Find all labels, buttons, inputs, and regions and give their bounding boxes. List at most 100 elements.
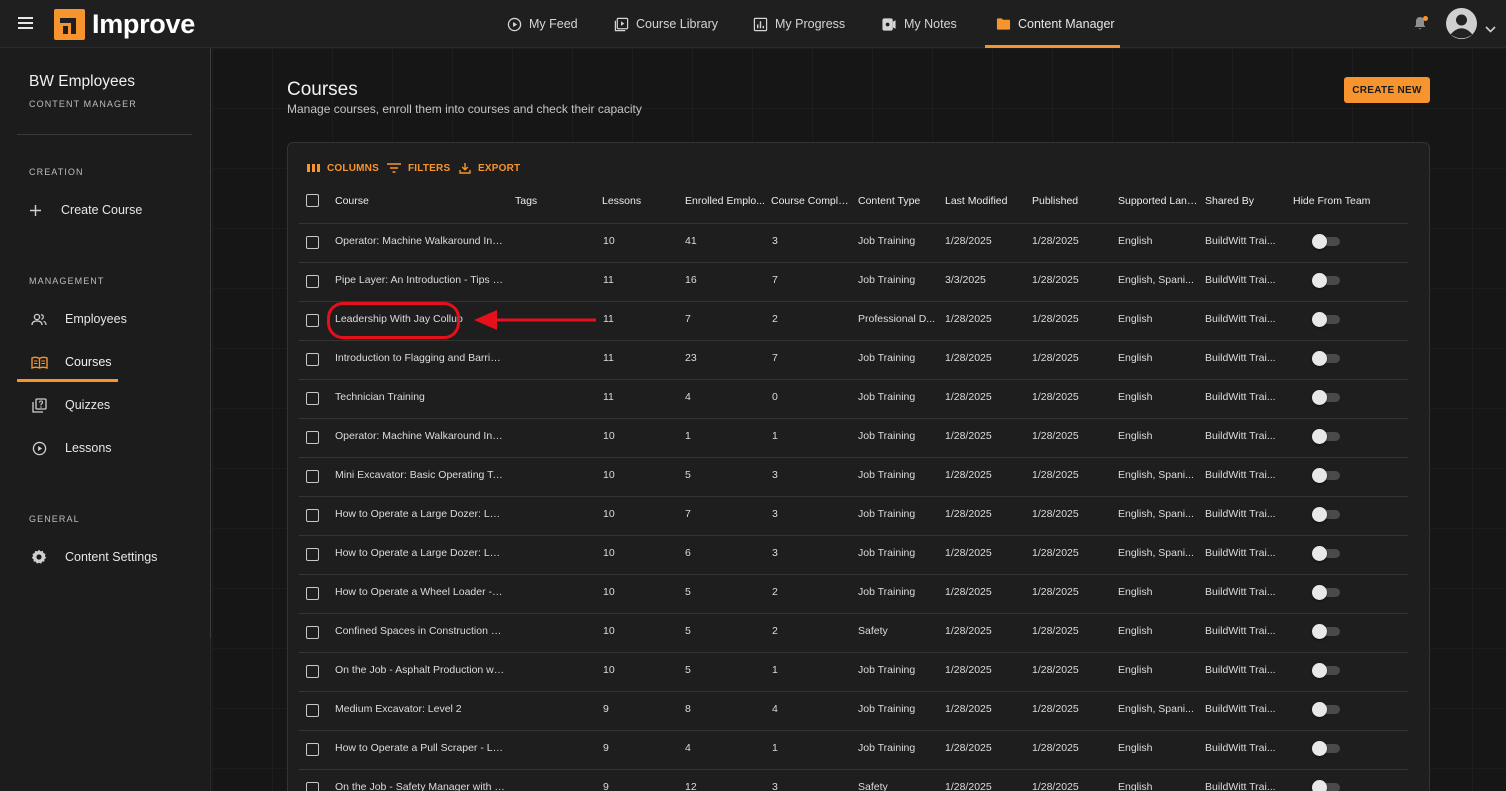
- sidebar-item-create-course[interactable]: Create Course: [17, 193, 192, 227]
- row-checkbox[interactable]: [306, 470, 319, 483]
- row-checkbox[interactable]: [306, 392, 319, 405]
- row-checkbox[interactable]: [306, 743, 319, 756]
- hide-from-team-toggle[interactable]: [1312, 468, 1340, 483]
- hide-from-team-toggle[interactable]: [1312, 663, 1340, 678]
- cell-last-modified: 1/28/2025: [945, 430, 992, 442]
- hide-from-team-toggle[interactable]: [1312, 585, 1340, 600]
- row-checkbox[interactable]: [306, 509, 319, 522]
- hide-from-team-toggle[interactable]: [1312, 741, 1340, 756]
- cell-lessons: 9: [603, 781, 609, 791]
- cell-course[interactable]: Confined Spaces in Construction Le...: [335, 625, 505, 637]
- row-divider: [299, 613, 1408, 614]
- create-new-button[interactable]: CREATE NEW: [1344, 77, 1430, 103]
- row-checkbox[interactable]: [306, 665, 319, 678]
- cell-enrolled: 6: [685, 547, 691, 559]
- hide-from-team-toggle[interactable]: [1312, 273, 1340, 288]
- cell-content-type: Safety: [858, 625, 888, 637]
- hide-from-team-toggle[interactable]: [1312, 702, 1340, 717]
- column-header-tags[interactable]: Tags: [515, 195, 537, 207]
- cell-course[interactable]: On the Job - Safety Manager with S...: [335, 781, 505, 791]
- row-divider: [299, 496, 1408, 497]
- cell-course[interactable]: How to Operate a Wheel Loader - L...: [335, 586, 505, 598]
- column-header-completed[interactable]: Course Complet...: [771, 195, 853, 207]
- cell-content-type: Job Training: [858, 352, 916, 364]
- row-checkbox[interactable]: [306, 704, 319, 717]
- row-checkbox[interactable]: [306, 587, 319, 600]
- cell-course[interactable]: How to Operate a Large Dozer: Lev...: [335, 508, 505, 520]
- column-header-shared-by[interactable]: Shared By: [1205, 195, 1254, 207]
- row-checkbox[interactable]: [306, 782, 319, 791]
- nav-course-library[interactable]: Course Library: [614, 0, 718, 48]
- hide-from-team-toggle[interactable]: [1312, 390, 1340, 405]
- row-checkbox[interactable]: [306, 314, 319, 327]
- cell-course[interactable]: How to Operate a Pull Scraper - Lev...: [335, 742, 505, 754]
- hide-from-team-toggle[interactable]: [1312, 429, 1340, 444]
- sidebar-item-content-settings[interactable]: Content Settings: [17, 540, 192, 574]
- select-all-checkbox[interactable]: [306, 194, 319, 207]
- cell-course[interactable]: Technician Training: [335, 391, 425, 403]
- nav-my-progress[interactable]: My Progress: [753, 0, 845, 48]
- column-header-enrolled[interactable]: Enrolled Emplo...: [685, 195, 765, 207]
- cell-published: 1/28/2025: [1032, 703, 1079, 715]
- cell-course[interactable]: Introduction to Flagging and Barrica...: [335, 352, 505, 364]
- hide-from-team-toggle[interactable]: [1312, 312, 1340, 327]
- cell-shared-by: BuildWitt Trai...: [1205, 703, 1276, 715]
- cell-course[interactable]: On the Job - Asphalt Production wit...: [335, 664, 505, 676]
- cell-published: 1/28/2025: [1032, 352, 1079, 364]
- row-checkbox[interactable]: [306, 236, 319, 249]
- page-subtitle: Manage courses, enroll them into courses…: [287, 102, 642, 116]
- export-button[interactable]: EXPORT: [459, 161, 520, 175]
- cell-course[interactable]: Pipe Layer: An Introduction - Tips a...: [335, 274, 505, 286]
- nav-my-notes[interactable]: My Notes: [881, 0, 957, 48]
- row-checkbox[interactable]: [306, 275, 319, 288]
- cell-course[interactable]: Leadership With Jay Collup: [335, 313, 463, 325]
- cell-course[interactable]: Operator: Machine Walkaround Ins...: [335, 430, 505, 442]
- notification-bell-icon[interactable]: [1413, 15, 1429, 32]
- hamburger-menu-icon[interactable]: [17, 14, 37, 34]
- column-header-published[interactable]: Published: [1032, 195, 1078, 207]
- sidebar-item-lessons[interactable]: Lessons: [17, 431, 192, 465]
- open-book-icon: [27, 356, 51, 369]
- chevron-down-icon[interactable]: [1485, 20, 1496, 38]
- user-avatar-icon[interactable]: [1446, 8, 1477, 39]
- hide-from-team-toggle[interactable]: [1312, 507, 1340, 522]
- cell-course[interactable]: Operator: Machine Walkaround Ins...: [335, 235, 505, 247]
- row-checkbox[interactable]: [306, 353, 319, 366]
- hide-from-team-toggle[interactable]: [1312, 546, 1340, 561]
- cell-languages: English: [1118, 742, 1153, 754]
- nav-my-feed[interactable]: My Feed: [507, 0, 578, 48]
- column-header-languages[interactable]: Supported Lang...: [1118, 195, 1200, 207]
- row-checkbox[interactable]: [306, 626, 319, 639]
- column-header-hide-from-team[interactable]: Hide From Team: [1293, 195, 1370, 207]
- sidebar-item-label: Create Course: [61, 203, 143, 217]
- cell-course[interactable]: How to Operate a Large Dozer: Lev...: [335, 547, 505, 559]
- cell-languages: English, Spani...: [1118, 274, 1194, 286]
- cell-last-modified: 1/28/2025: [945, 469, 992, 481]
- sidebar-item-courses[interactable]: Courses: [17, 345, 192, 382]
- section-label-management: MANAGEMENT: [29, 276, 105, 286]
- hide-from-team-toggle[interactable]: [1312, 351, 1340, 366]
- sidebar-item-quizzes[interactable]: Quizzes: [17, 388, 192, 422]
- column-header-last-modified[interactable]: Last Modified: [945, 195, 1007, 207]
- hide-from-team-toggle[interactable]: [1312, 624, 1340, 639]
- column-header-lessons[interactable]: Lessons: [602, 195, 641, 207]
- hide-from-team-toggle[interactable]: [1312, 234, 1340, 249]
- hide-from-team-toggle[interactable]: [1312, 780, 1340, 791]
- row-divider: [299, 340, 1408, 341]
- row-checkbox[interactable]: [306, 431, 319, 444]
- sidebar-item-employees[interactable]: Employees: [17, 302, 192, 336]
- cell-course[interactable]: Medium Excavator: Level 2: [335, 703, 462, 715]
- column-header-course[interactable]: Course: [335, 195, 369, 207]
- columns-button[interactable]: COLUMNS: [307, 161, 379, 175]
- section-label-general: GENERAL: [29, 514, 80, 524]
- nav-content-manager[interactable]: Content Manager: [985, 0, 1120, 48]
- column-header-content-type[interactable]: Content Type: [858, 195, 920, 207]
- toggle-knob: [1312, 351, 1327, 366]
- cell-course[interactable]: Mini Excavator: Basic Operating Tec...: [335, 469, 505, 481]
- row-checkbox[interactable]: [306, 548, 319, 561]
- brand[interactable]: Improve: [54, 9, 195, 40]
- cell-enrolled: 8: [685, 703, 691, 715]
- toggle-knob: [1312, 312, 1327, 327]
- cell-last-modified: 1/28/2025: [945, 781, 992, 791]
- filters-button[interactable]: FILTERS: [387, 161, 450, 175]
